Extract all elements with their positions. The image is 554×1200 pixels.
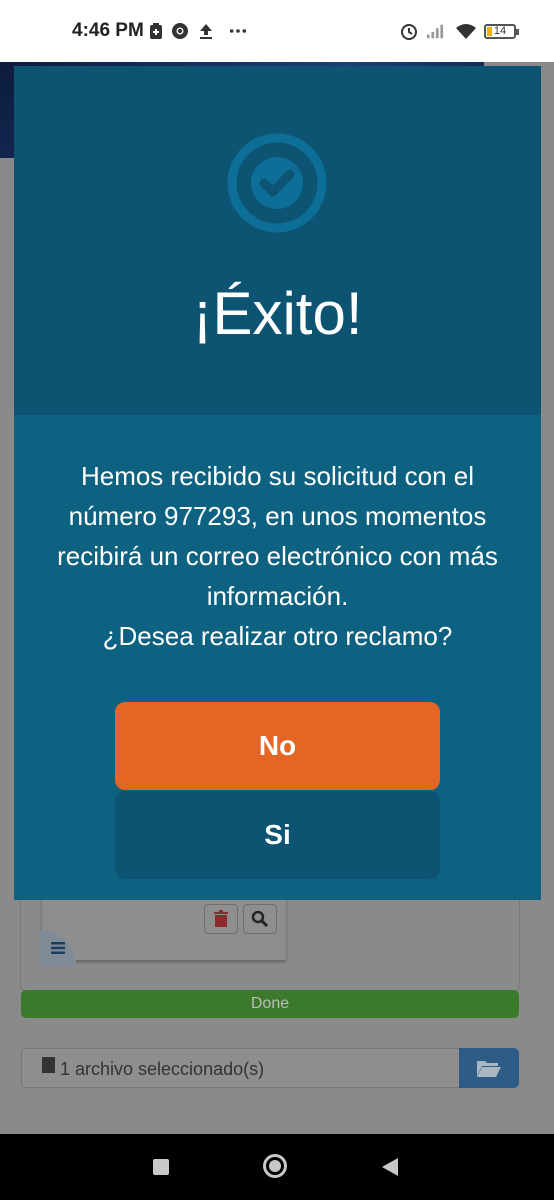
signal-icon (426, 24, 444, 39)
home-icon[interactable] (263, 1154, 287, 1178)
recents-icon[interactable] (153, 1159, 169, 1175)
more-icon (229, 29, 247, 33)
si-button[interactable]: Si (115, 791, 440, 879)
trash-icon[interactable] (204, 904, 238, 934)
check-circle-icon (227, 133, 327, 233)
file-selected-label: 1 archivo seleccionado(s) (60, 1059, 265, 1079)
back-icon[interactable] (381, 1157, 399, 1177)
battery-level: 14 (493, 25, 507, 37)
battery-icon: 14 (484, 24, 519, 39)
upload-progress-bar: Done (21, 990, 519, 1018)
dialog-header: ¡Éxito! (14, 66, 541, 415)
file-input-field[interactable]: 1 archivo seleccionado(s) (21, 1048, 461, 1088)
wifi-icon (456, 24, 476, 39)
no-button[interactable]: No (115, 702, 440, 790)
folder-open-icon[interactable] (459, 1048, 519, 1088)
zoom-icon[interactable] (243, 904, 277, 934)
sim-icon (150, 23, 162, 39)
dialog-title: ¡Éxito! (192, 280, 363, 347)
chrome-icon (172, 23, 188, 39)
upload-icon (200, 24, 212, 39)
file-icon (42, 1057, 55, 1073)
done-label: Done (250, 995, 290, 1012)
status-time: 4:46 PM (72, 20, 144, 41)
status-bar: 4:46 PM 14 (0, 0, 554, 62)
alarm-icon (401, 24, 417, 40)
dialog-message: Hemos recibido su solicitud con el númer… (57, 461, 498, 651)
success-dialog: ¡Éxito! Hemos recibido su solicitud con … (14, 66, 541, 900)
